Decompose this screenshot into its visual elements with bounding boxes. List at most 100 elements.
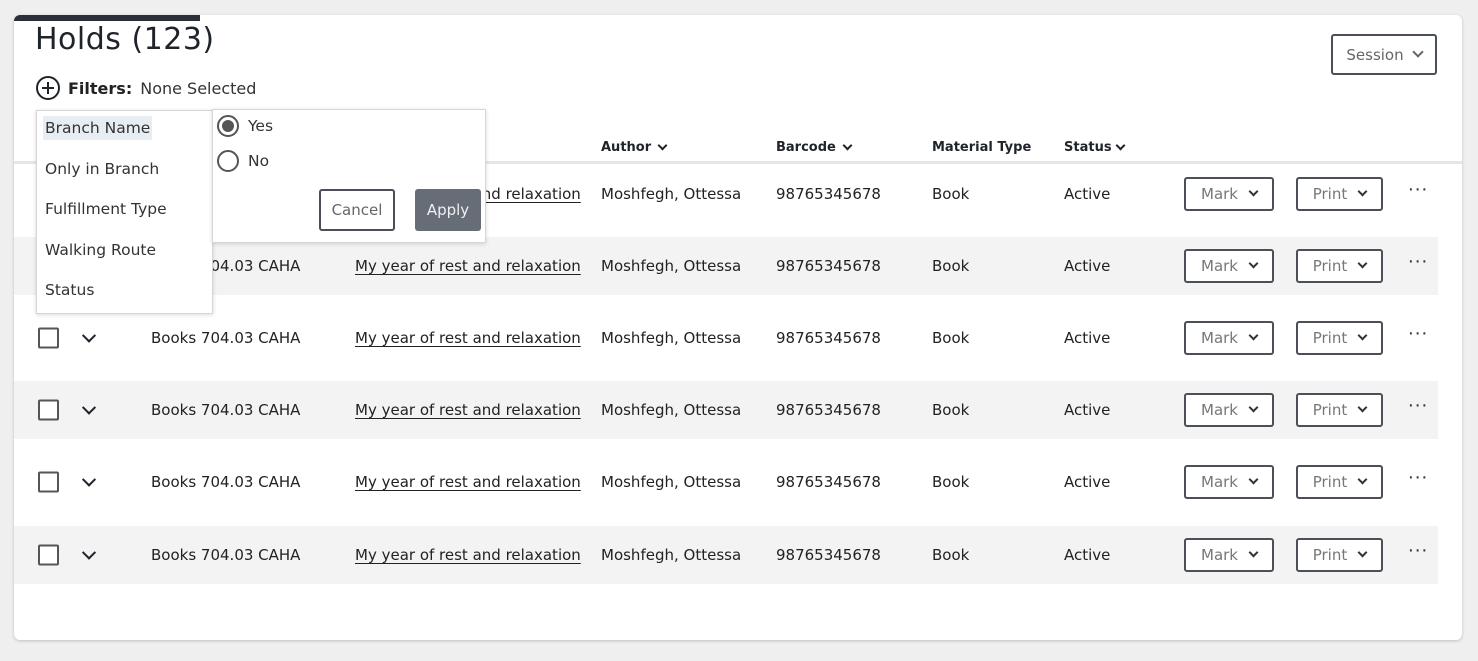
table-row: Books 704.03 CAHA My year of rest and re… (14, 237, 1438, 295)
mark-button[interactable]: Mark (1184, 465, 1274, 499)
barcode-cell: 98765345678 (776, 185, 881, 203)
mark-button-label: Mark (1201, 257, 1238, 275)
filter-field-only-in-branch[interactable]: Only in Branch (43, 157, 161, 181)
table-row: Books 704.03 CAHA My year of rest and re… (14, 526, 1438, 584)
radio-unselected-icon (217, 150, 239, 172)
chevron-down-icon (1248, 330, 1259, 341)
filters-value: None Selected (140, 78, 257, 98)
author-cell: Moshfegh, Ottessa (601, 401, 742, 419)
column-header-barcode[interactable]: Barcode (776, 140, 853, 155)
call-number-cell: Books 704.03 CAHA (151, 401, 301, 419)
print-button-label: Print (1312, 257, 1348, 275)
chevron-down-icon (1357, 474, 1368, 485)
material-type-cell: Book (932, 185, 970, 203)
mark-button[interactable]: Mark (1184, 393, 1274, 427)
mark-button[interactable]: Mark (1184, 321, 1274, 355)
chevron-down-icon (1248, 474, 1259, 485)
print-button-label: Print (1312, 401, 1348, 419)
chevron-down-icon (81, 472, 97, 487)
page-title: Holds (123) (35, 22, 215, 57)
print-button[interactable]: Print (1296, 249, 1383, 283)
column-header-author[interactable]: Author (601, 140, 668, 155)
call-number-cell: Books 704.03 CAHA (151, 329, 301, 347)
apply-button[interactable]: Apply (415, 189, 481, 231)
mark-button[interactable]: Mark (1184, 538, 1274, 572)
more-options-icon[interactable]: ··· (1408, 179, 1428, 200)
more-options-icon[interactable]: ··· (1408, 467, 1428, 488)
column-header-status-label: Status (1064, 140, 1112, 155)
title-link[interactable]: My year of rest and relaxation (355, 473, 581, 491)
expand-row-toggle[interactable] (81, 470, 97, 489)
author-cell: Moshfegh, Ottessa (601, 546, 742, 564)
radio-no[interactable]: No (217, 150, 269, 172)
filter-field-status[interactable]: Status (43, 278, 96, 302)
material-type-cell: Book (932, 329, 970, 347)
print-button[interactable]: Print (1296, 393, 1383, 427)
more-options-icon[interactable]: ··· (1408, 323, 1428, 344)
chevron-down-icon (1248, 186, 1259, 197)
row-checkbox[interactable] (38, 544, 59, 566)
barcode-cell: 98765345678 (776, 473, 881, 491)
title-link[interactable]: My year of rest and relaxation (355, 257, 581, 275)
chevron-down-icon (1357, 258, 1368, 269)
barcode-cell: 98765345678 (776, 257, 881, 275)
cancel-button[interactable]: Cancel (319, 189, 395, 231)
mark-button[interactable]: Mark (1184, 249, 1274, 283)
print-button[interactable]: Print (1296, 177, 1383, 211)
status-cell: Active (1064, 473, 1111, 491)
more-options-icon[interactable]: ··· (1408, 251, 1428, 272)
mark-button-label: Mark (1201, 401, 1238, 419)
session-label: Session (1346, 45, 1404, 64)
expand-row-toggle[interactable] (81, 398, 97, 417)
column-header-status[interactable]: Status (1064, 140, 1126, 155)
material-type-cell: Book (932, 257, 970, 275)
filters-bar: Filters: None Selected (36, 76, 256, 100)
row-checkbox[interactable] (38, 327, 59, 349)
chevron-down-icon (1115, 140, 1126, 151)
table-row: Books 704.03 CAHA My year of rest and re… (14, 453, 1438, 511)
chevron-down-icon (1357, 186, 1368, 197)
column-header-author-label: Author (601, 140, 652, 155)
expand-row-toggle[interactable] (81, 543, 97, 562)
column-header-barcode-label: Barcode (776, 140, 836, 155)
chevron-down-icon (842, 140, 853, 151)
title-link[interactable]: My year of rest and relaxation (355, 401, 581, 419)
radio-no-label: No (248, 152, 270, 170)
mark-button[interactable]: Mark (1184, 177, 1274, 211)
chevron-down-icon (657, 140, 668, 151)
filter-field-fulfillment-type[interactable]: Fulfillment Type (43, 197, 169, 221)
add-filter-icon[interactable] (36, 76, 60, 100)
print-button[interactable]: Print (1296, 321, 1383, 355)
session-dropdown[interactable]: Session (1331, 34, 1437, 75)
chevron-down-icon (1357, 402, 1368, 413)
chevron-down-icon (1248, 402, 1259, 413)
table-row: Books 704.03 CAHA My year of rest and re… (14, 309, 1438, 367)
barcode-cell: 98765345678 (776, 401, 881, 419)
title-link[interactable]: My year of rest and relaxation (355, 546, 581, 564)
chevron-down-icon (1357, 547, 1368, 558)
chevron-down-icon (1411, 46, 1424, 58)
more-options-icon[interactable]: ··· (1408, 540, 1428, 561)
status-cell: Active (1064, 329, 1111, 347)
status-cell: Active (1064, 257, 1111, 275)
filter-field-walking-route[interactable]: Walking Route (43, 238, 158, 262)
active-tab-indicator (14, 15, 200, 21)
print-button-label: Print (1312, 546, 1348, 564)
print-button[interactable]: Print (1296, 538, 1383, 572)
column-header-material-type-label: Material Type (932, 140, 1032, 155)
author-cell: Moshfegh, Ottessa (601, 185, 742, 203)
radio-yes[interactable]: Yes (217, 115, 273, 137)
filter-field-branch-name[interactable]: Branch Name (43, 116, 153, 140)
row-checkbox[interactable] (38, 399, 59, 421)
expand-row-toggle[interactable] (81, 326, 97, 345)
mark-button-label: Mark (1201, 546, 1238, 564)
chevron-down-icon (1248, 547, 1259, 558)
barcode-cell: 98765345678 (776, 546, 881, 564)
row-checkbox[interactable] (38, 471, 59, 493)
filter-field-menu: Branch Name Only in Branch Fulfillment T… (36, 110, 213, 314)
title-link[interactable]: My year of rest and relaxation (355, 329, 581, 347)
status-cell: Active (1064, 546, 1111, 564)
chevron-down-icon (81, 328, 97, 343)
more-options-icon[interactable]: ··· (1408, 395, 1428, 416)
print-button[interactable]: Print (1296, 465, 1383, 499)
